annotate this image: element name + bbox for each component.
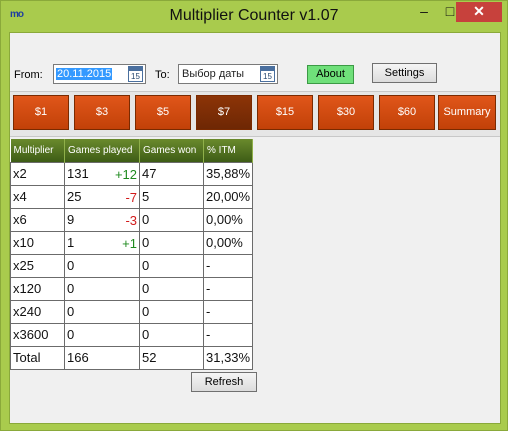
table-row[interactable]: x25 0 0 - (10, 253, 253, 278)
multiplier-cell: x120 (10, 276, 65, 301)
itm-cell: - (203, 322, 253, 347)
itm-cell: 0,00% (203, 230, 253, 255)
from-label: From: (14, 69, 43, 81)
table-row[interactable]: x2 131 +12 47 35,88% (10, 161, 253, 186)
games-won-cell: 0 (139, 322, 204, 347)
itm-cell: - (203, 253, 253, 278)
played-delta: +12 (114, 166, 137, 182)
close-button[interactable]: ✕ (456, 2, 502, 22)
app-window: mo Multiplier Counter v1.07 – □ ✕ From: … (0, 0, 508, 431)
calendar-icon[interactable]: 15 (128, 66, 143, 82)
about-button[interactable]: About (307, 65, 354, 84)
refresh-button[interactable]: Refresh (191, 372, 257, 392)
games-won-cell: 0 (139, 253, 204, 278)
itm-cell: 31,33% (203, 345, 253, 370)
column-header-games-played[interactable]: Games played (64, 139, 140, 162)
games-won-cell: 5 (139, 184, 204, 209)
stake-button-3[interactable]: $3 (74, 95, 130, 130)
column-header-multiplier[interactable]: Multiplier (10, 139, 65, 162)
itm-cell: - (203, 276, 253, 301)
table-row[interactable]: x240 0 0 - (10, 299, 253, 324)
table-header-row: Multiplier Games played Games won % ITM (10, 139, 253, 162)
games-played-value: 0 (67, 258, 75, 273)
played-delta: +1 (122, 235, 137, 251)
multiplier-cell: x240 (10, 299, 65, 324)
games-played-cell: 0 (64, 253, 140, 278)
from-date-picker[interactable]: 20.11.2015 15 (53, 64, 146, 84)
games-played-value: 166 (67, 350, 89, 365)
multiplier-cell: Total (10, 345, 65, 370)
games-won-cell: 0 (139, 276, 204, 301)
settings-button[interactable]: Settings (372, 63, 437, 83)
table-row[interactable]: x6 9 -3 0 0,00% (10, 207, 253, 232)
to-label: To: (155, 69, 170, 81)
games-played-value: 0 (67, 327, 75, 342)
itm-cell: - (203, 299, 253, 324)
games-played-value: 1 (67, 235, 75, 250)
games-played-cell: 131 +12 (64, 161, 140, 186)
games-played-value: 0 (67, 281, 75, 296)
table-row[interactable]: x120 0 0 - (10, 276, 253, 301)
games-played-cell: 166 (64, 345, 140, 370)
to-date-picker[interactable]: Выбор даты 15 (178, 64, 278, 84)
games-played-value: 0 (67, 304, 75, 319)
games-played-cell: 25 -7 (64, 184, 140, 209)
table-row[interactable]: x4 25 -7 5 20,00% (10, 184, 253, 209)
table-row-total[interactable]: Total 166 52 31,33% (10, 345, 253, 370)
multiplier-cell: x2 (10, 161, 65, 186)
multiplier-cell: x25 (10, 253, 65, 278)
title-bar[interactable]: mo Multiplier Counter v1.07 – □ ✕ (1, 1, 507, 31)
column-header-games-won[interactable]: Games won (139, 139, 204, 162)
games-played-value: 131 (67, 166, 89, 181)
stake-selector: $1 $3 $5 $7 $15 $30 $60 Summary (10, 91, 500, 137)
to-date-value[interactable]: Выбор даты (181, 68, 245, 80)
multiplier-cell: x10 (10, 230, 65, 255)
summary-button[interactable]: Summary (438, 95, 496, 130)
multiplier-cell: x6 (10, 207, 65, 232)
games-won-cell: 0 (139, 230, 204, 255)
itm-cell: 20,00% (203, 184, 253, 209)
games-won-cell: 52 (139, 345, 204, 370)
games-played-cell: 1 +1 (64, 230, 140, 255)
games-played-cell: 0 (64, 276, 140, 301)
stake-button-7[interactable]: $7 (196, 95, 252, 130)
stake-button-5[interactable]: $5 (135, 95, 191, 130)
main-panel: From: 20.11.2015 15 To: Выбор даты 15 Ab… (9, 32, 501, 424)
games-played-value: 9 (67, 212, 75, 227)
games-played-cell: 0 (64, 299, 140, 324)
stats-table: Multiplier Games played Games won % ITM … (10, 139, 500, 370)
multiplier-cell: x4 (10, 184, 65, 209)
table-row[interactable]: x3600 0 0 - (10, 322, 253, 347)
games-played-cell: 9 -3 (64, 207, 140, 232)
multiplier-cell: x3600 (10, 322, 65, 347)
games-won-cell: 47 (139, 161, 204, 186)
itm-cell: 0,00% (203, 207, 253, 232)
column-header-itm[interactable]: % ITM (203, 139, 253, 162)
itm-cell: 35,88% (203, 161, 253, 186)
from-date-value[interactable]: 20.11.2015 (56, 68, 113, 80)
minimize-button[interactable]: – (411, 2, 437, 22)
games-won-cell: 0 (139, 207, 204, 232)
stake-button-60[interactable]: $60 (379, 95, 435, 130)
stake-button-15[interactable]: $15 (257, 95, 313, 130)
stake-button-30[interactable]: $30 (318, 95, 374, 130)
played-delta: -3 (125, 212, 137, 228)
calendar-icon[interactable]: 15 (260, 66, 275, 82)
stake-button-1[interactable]: $1 (13, 95, 69, 130)
games-won-cell: 0 (139, 299, 204, 324)
games-played-value: 25 (67, 189, 82, 204)
games-played-cell: 0 (64, 322, 140, 347)
played-delta: -7 (125, 189, 137, 205)
table-row[interactable]: x10 1 +1 0 0,00% (10, 230, 253, 255)
